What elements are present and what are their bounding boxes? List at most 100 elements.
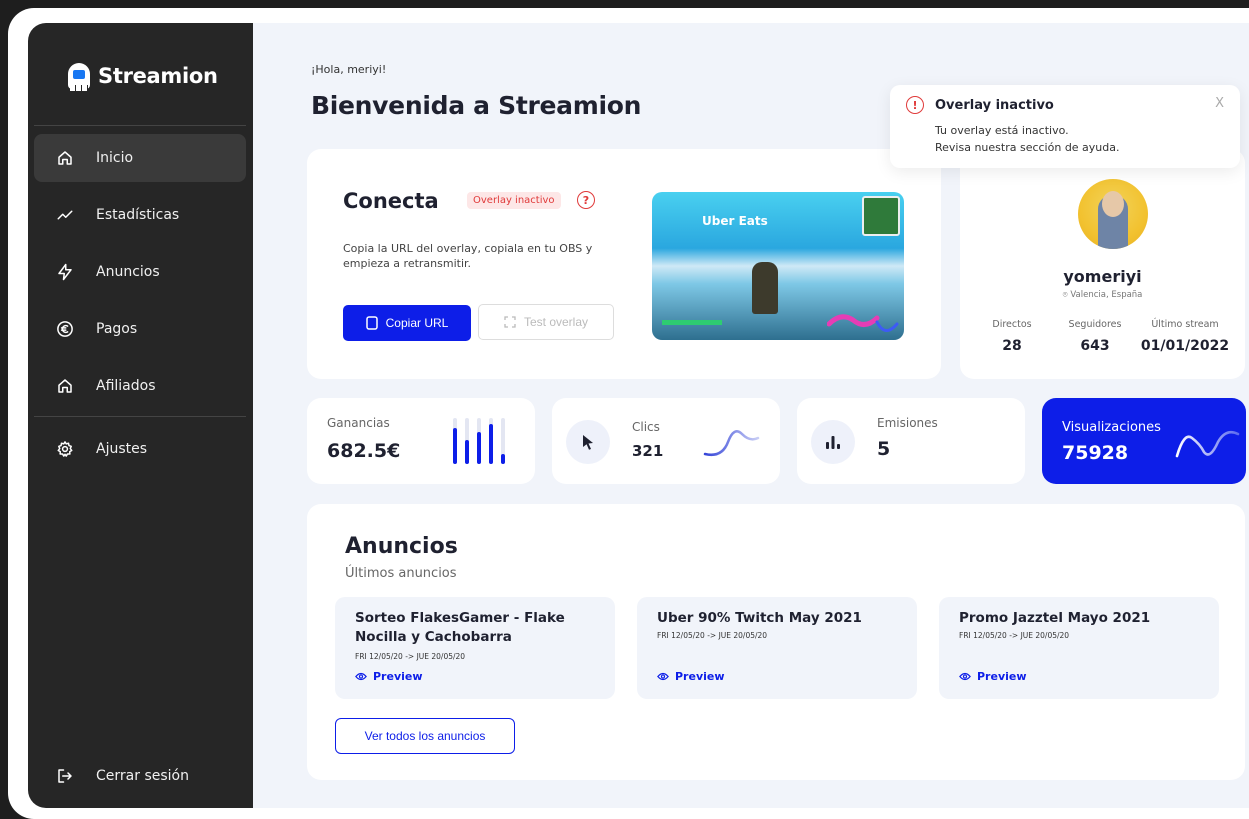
alert-icon: ! — [906, 96, 924, 114]
lightning-icon — [56, 263, 74, 281]
euro-icon — [56, 320, 74, 338]
logout-button[interactable]: Cerrar sesión — [34, 752, 246, 800]
sidebar-item-anuncios[interactable]: Anuncios — [34, 248, 246, 296]
toast-body: Tu overlay está inactivo. Revisa nuestra… — [935, 122, 1120, 156]
app-name: Streamion — [98, 64, 218, 88]
sidebar-item-label: Inicio — [96, 150, 134, 166]
ad-card[interactable]: Uber 90% Twitch May 2021 FRI 12/05/20 ->… — [637, 597, 917, 699]
close-icon[interactable]: X — [1215, 96, 1224, 111]
profile-location: ⌾ Valencia, España — [960, 290, 1245, 300]
eye-icon — [355, 672, 367, 681]
test-overlay-label: Test overlay — [523, 315, 589, 329]
preview-ad-text: Uber Eats — [702, 214, 768, 228]
metric-value: 682.5€ — [327, 440, 401, 462]
signal-bars-icon — [811, 420, 855, 464]
ads-card: Anuncios Últimos anuncios Sorteo FlakesG… — [307, 504, 1245, 780]
preview-label: Preview — [675, 670, 725, 683]
sidebar-item-estadisticas[interactable]: Estadísticas — [34, 191, 246, 239]
metric-value: 75928 — [1062, 442, 1129, 464]
expand-icon — [504, 316, 516, 328]
profile-username: yomeriyi — [1063, 267, 1142, 286]
preview-label: Preview — [373, 670, 423, 683]
sidebar-item-label: Afiliados — [96, 378, 156, 394]
ads-title: Anuncios — [345, 534, 458, 559]
location-label: Valencia, España — [1070, 290, 1143, 300]
ad-title: Promo Jazztel Mayo 2021 — [959, 610, 1151, 626]
connect-description: Copia la URL del overlay, copiala en tu … — [343, 242, 593, 270]
home-icon — [56, 377, 74, 395]
ad-title: Sorteo FlakesGamer - Flake Nocilla y Cac… — [355, 610, 565, 645]
profile-card: yomeriyi ⌾ Valencia, España Directos 28 … — [960, 149, 1245, 379]
sidebar-item-label: Pagos — [96, 321, 138, 337]
ad-preview-link[interactable]: Preview — [959, 670, 1027, 683]
sidebar-divider — [34, 416, 246, 417]
ad-card[interactable]: Promo Jazztel Mayo 2021 FRI 12/05/20 -> … — [939, 597, 1219, 699]
preview-player — [752, 262, 778, 314]
toast-line: Tu overlay está inactivo. — [935, 124, 1069, 137]
metric-label: Visualizaciones — [1062, 420, 1161, 435]
avatar[interactable] — [1078, 179, 1148, 249]
earnings-card[interactable]: Ganancias 682.5€ — [307, 398, 535, 484]
stat-seguidores: Seguidores 643 — [1060, 319, 1130, 354]
ad-date: FRI 12/05/20 -> JUE 20/05/20 — [959, 631, 1070, 640]
emissions-card[interactable]: Emisiones 5 — [797, 398, 1025, 484]
connect-title: Conecta — [343, 189, 439, 213]
ad-date: FRI 12/05/20 -> JUE 20/05/20 — [657, 631, 768, 640]
ad-preview-link[interactable]: Preview — [355, 670, 423, 683]
stat-value: 643 — [1080, 338, 1110, 354]
trend-wave-icon — [703, 430, 760, 456]
stat-directos: Directos 28 — [982, 319, 1042, 354]
stat-label: Directos — [992, 319, 1032, 330]
sidebar-item-afiliados[interactable]: Afiliados — [34, 362, 246, 410]
views-card[interactable]: Visualizaciones 75928 — [1042, 398, 1246, 484]
help-icon[interactable]: ? — [577, 191, 595, 209]
overlay-preview-image: Uber Eats — [652, 192, 904, 340]
sidebar-item-ajustes[interactable]: Ajustes — [34, 425, 246, 473]
preview-minimap — [862, 196, 900, 236]
app-logo[interactable]: Streamion — [68, 63, 218, 91]
clicks-card[interactable]: Clics 321 — [552, 398, 780, 484]
test-overlay-button[interactable]: Test overlay — [478, 304, 614, 340]
overlay-inactive-toast: ! Overlay inactivo X Tu overlay está ina… — [890, 85, 1240, 168]
copy-icon — [365, 316, 378, 330]
trend-line-icon — [56, 206, 74, 224]
ad-card[interactable]: Sorteo FlakesGamer - Flake Nocilla y Cac… — [335, 597, 615, 699]
stat-label: Último stream — [1151, 319, 1219, 330]
stat-value: 01/01/2022 — [1140, 338, 1230, 354]
page-title: Bienvenida a Streamion — [311, 91, 642, 120]
sidebar-item-label: Ajustes — [96, 441, 148, 457]
metric-label: Clics — [632, 420, 660, 434]
eye-icon — [657, 672, 669, 681]
sidebar: Streamion Inicio Estadísticas Anuncios P… — [28, 23, 253, 808]
cursor-icon — [566, 420, 610, 464]
logout-icon — [56, 767, 74, 785]
ad-date: FRI 12/05/20 -> JUE 20/05/20 — [355, 652, 466, 661]
bar-chart-icon — [453, 418, 505, 464]
ad-preview-link[interactable]: Preview — [657, 670, 725, 683]
toast-line: Revisa nuestra sección de ayuda. — [935, 141, 1120, 154]
gear-icon — [56, 440, 74, 458]
copy-url-button[interactable]: Copiar URL — [343, 305, 471, 341]
metric-label: Emisiones — [877, 416, 938, 430]
preview-label: Preview — [977, 670, 1027, 683]
stat-ultimo-stream: Último stream 01/01/2022 — [1140, 319, 1230, 354]
home-icon — [56, 149, 74, 167]
eye-icon — [959, 672, 971, 681]
sidebar-item-inicio[interactable]: Inicio — [34, 134, 246, 182]
overlay-status-badge: Overlay inactivo — [467, 192, 561, 209]
metric-value: 5 — [877, 438, 891, 460]
sidebar-divider — [34, 125, 246, 126]
main-content: ¡Hola, meriyi! Bienvenida a Streamion Co… — [253, 23, 1249, 808]
trend-wave-icon — [1175, 430, 1240, 458]
stat-label: Seguidores — [1068, 319, 1122, 330]
copy-url-label: Copiar URL — [385, 316, 449, 330]
toast-title: Overlay inactivo — [935, 98, 1054, 113]
metric-label: Ganancias — [327, 416, 390, 430]
preview-healthbar — [662, 320, 722, 325]
connect-card: Conecta Overlay inactivo ? Copia la URL … — [307, 149, 941, 379]
view-all-ads-button[interactable]: Ver todos los anuncios — [335, 718, 515, 754]
ads-subtitle: Últimos anuncios — [345, 566, 457, 581]
sidebar-item-pagos[interactable]: Pagos — [34, 305, 246, 353]
sidebar-item-label: Estadísticas — [96, 207, 180, 223]
greeting-text: ¡Hola, meriyi! — [311, 63, 387, 76]
